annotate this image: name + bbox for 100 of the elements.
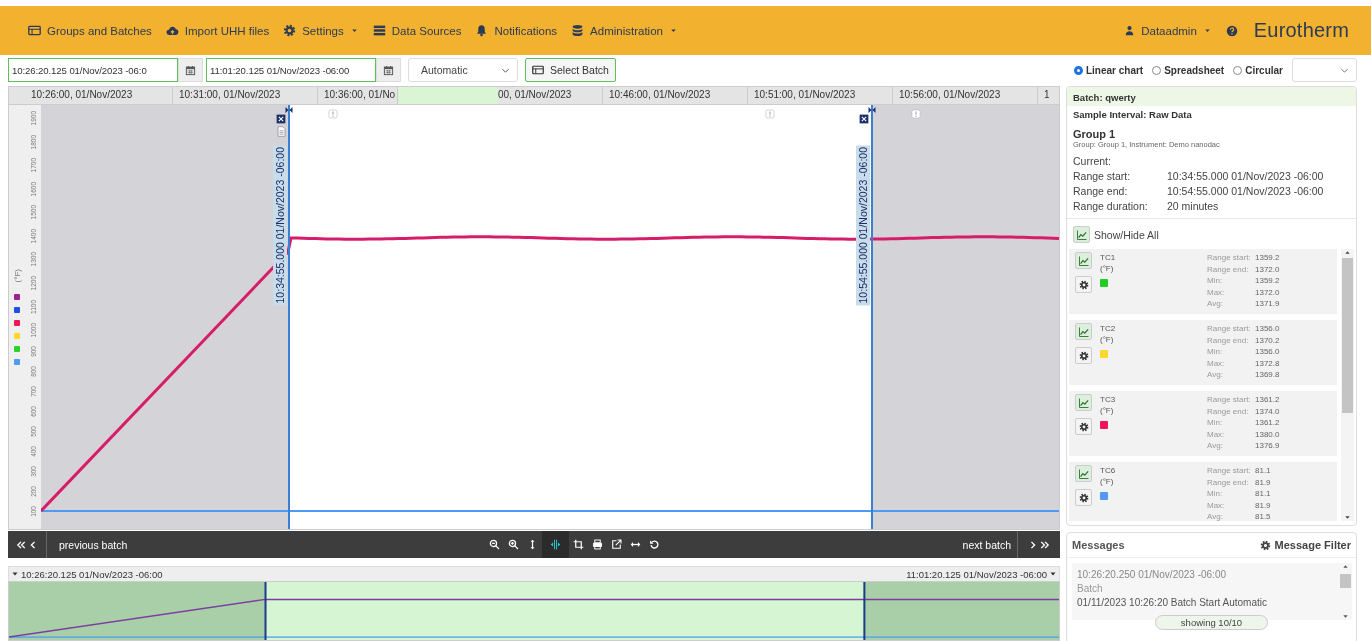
- database-icon: [571, 24, 585, 37]
- end-date-field[interactable]: 11:01:20.125 01/Nov/2023 -06:00: [206, 58, 376, 82]
- range-label: Range end:: [1073, 185, 1129, 197]
- channel-settings-button[interactable]: [1075, 347, 1092, 364]
- stat-label: Range end:: [1207, 405, 1250, 417]
- chart-line-icon: [1077, 467, 1090, 480]
- channel-settings-button[interactable]: [1075, 418, 1092, 435]
- axis-unit-label: (°F): [12, 269, 22, 283]
- stat-value: 81.1: [1255, 488, 1272, 500]
- current-label: Current:: [1072, 155, 1112, 169]
- next-batch-button[interactable]: next batch: [956, 531, 1018, 558]
- chart-toggle-button[interactable]: [1075, 252, 1092, 269]
- range-value: 10:34:55.000 01/Nov/2023 -06:00: [1167, 170, 1325, 182]
- user-menu[interactable]: Dataadmin: [1124, 24, 1212, 37]
- time-axis-label: 10:26:00, 01/Nov/2023: [9, 87, 173, 104]
- nav-link[interactable]: Administration: [571, 24, 678, 37]
- gear-icon: [283, 24, 297, 37]
- color-swatch[interactable]: [1100, 350, 1108, 358]
- radio-label[interactable]: Linear chart: [1085, 64, 1144, 76]
- stat-label: Range start:: [1207, 465, 1252, 477]
- caret-icon: [349, 26, 359, 35]
- radio-label[interactable]: Spreadsheet: [1164, 64, 1225, 76]
- time-axis-label: 10:31:00, 01/Nov/2023: [173, 87, 318, 104]
- nav-link[interactable]: Data Sources: [372, 24, 462, 37]
- radio-button[interactable]: [1233, 65, 1243, 75]
- chart-toggle-button[interactable]: [1075, 394, 1092, 411]
- show-hide-all-button[interactable]: Show/Hide All: [1073, 226, 1159, 243]
- brand-logo: Eurotherm: [1253, 19, 1349, 42]
- cursor-label: 10:54:55.000 01/Nov/2023 -06:00: [856, 145, 870, 306]
- channel-unit: (°F): [1100, 405, 1115, 416]
- stat-value: 81.9: [1255, 476, 1272, 488]
- export-icon: [611, 539, 623, 550]
- select-batch-button[interactable]: Select Batch: [525, 58, 616, 82]
- range-handle[interactable]: [863, 582, 866, 640]
- radio-button[interactable]: [1073, 65, 1083, 75]
- previous-batch-button[interactable]: previous batch: [47, 531, 134, 558]
- event-marker-icon[interactable]: [911, 109, 921, 119]
- stat-label: Range end:: [1207, 263, 1250, 275]
- stat-value: 81.9: [1255, 499, 1272, 511]
- close-icon[interactable]: [859, 114, 869, 124]
- gear-icon: [1078, 279, 1089, 290]
- stat-label: Max:: [1207, 499, 1226, 511]
- nav-link[interactable]: Settings: [283, 24, 359, 37]
- mode-select[interactable]: Automatic: [408, 58, 518, 82]
- gear-icon: [1078, 350, 1089, 361]
- event-marker-icon[interactable]: [328, 109, 338, 119]
- event-marker-icon[interactable]: [765, 109, 775, 119]
- radio-button[interactable]: [1152, 65, 1162, 75]
- stat-label: Avg:: [1207, 440, 1224, 452]
- channel-settings-button[interactable]: [1075, 489, 1092, 506]
- stat-value: 81.5: [1255, 511, 1272, 521]
- color-swatch[interactable]: [1100, 492, 1108, 500]
- chart-toggle-button[interactable]: [1075, 465, 1092, 482]
- nav-link[interactable]: Import UHH files: [165, 24, 270, 37]
- double-chevron-left-icon: [16, 539, 26, 550]
- channel-name: TC6: [1100, 465, 1117, 476]
- time-axis-label: 00, 01/Nov/2023: [498, 87, 603, 104]
- scroll-up-icon[interactable]: [1342, 563, 1349, 570]
- chart-line-icon: [1077, 325, 1090, 338]
- sample-interval: Sample Interval: Raw Data: [1072, 108, 1193, 122]
- zoom-in-icon: [508, 539, 520, 550]
- caret-icon: [668, 26, 678, 35]
- scroll-up-icon[interactable]: [1344, 249, 1351, 256]
- range-value: 20 minutes: [1167, 200, 1220, 212]
- caret-down-icon[interactable]: [1049, 570, 1057, 578]
- scroll-down-icon[interactable]: [1344, 514, 1351, 521]
- color-swatch[interactable]: [1100, 279, 1108, 287]
- stat-value: 1376.9: [1255, 440, 1281, 452]
- gear-icon: [1078, 421, 1089, 432]
- calendar-button[interactable]: [178, 58, 203, 82]
- nav-link[interactable]: Notifications: [475, 24, 558, 37]
- message-filter-button[interactable]: Message Filter: [1259, 539, 1351, 551]
- stat-label: Range end:: [1207, 334, 1250, 346]
- stat-label: Min:: [1207, 275, 1224, 287]
- color-swatch[interactable]: [1100, 421, 1108, 429]
- stat-value: 1372.8: [1255, 357, 1281, 369]
- stat-value: 1361.2: [1255, 394, 1281, 406]
- scrollbar[interactable]: [1339, 563, 1352, 620]
- stat-value: 1359.2: [1255, 275, 1281, 287]
- channel-unit: (°F): [1100, 334, 1115, 345]
- start-date-field[interactable]: 10:26:20.125 01/Nov/2023 -06:0: [8, 58, 178, 82]
- chart-toggle-button[interactable]: [1075, 323, 1092, 340]
- cursors-button[interactable]: [542, 531, 570, 558]
- stat-label: Range start:: [1207, 323, 1252, 335]
- server-icon: [372, 24, 386, 37]
- channel-settings-button[interactable]: [1075, 276, 1092, 293]
- stat-value: 1374.0: [1255, 405, 1281, 417]
- gear-icon: [1259, 539, 1271, 551]
- help-icon[interactable]: [1225, 24, 1238, 37]
- calendar-button[interactable]: [376, 58, 401, 82]
- time-axis-label: 10:56:00, 01/Nov/2023: [893, 87, 1038, 104]
- cursors-icon: [550, 539, 562, 550]
- scrollbar[interactable]: [1341, 249, 1354, 521]
- nav-link[interactable]: Groups and Batches: [28, 24, 152, 37]
- close-icon[interactable]: [276, 114, 286, 124]
- radio-label[interactable]: Circular: [1245, 64, 1283, 76]
- caret-down-icon[interactable]: [11, 570, 19, 578]
- stat-value: 1380.0: [1255, 428, 1281, 440]
- range-handle[interactable]: [264, 582, 267, 640]
- scroll-down-icon[interactable]: [1342, 613, 1349, 620]
